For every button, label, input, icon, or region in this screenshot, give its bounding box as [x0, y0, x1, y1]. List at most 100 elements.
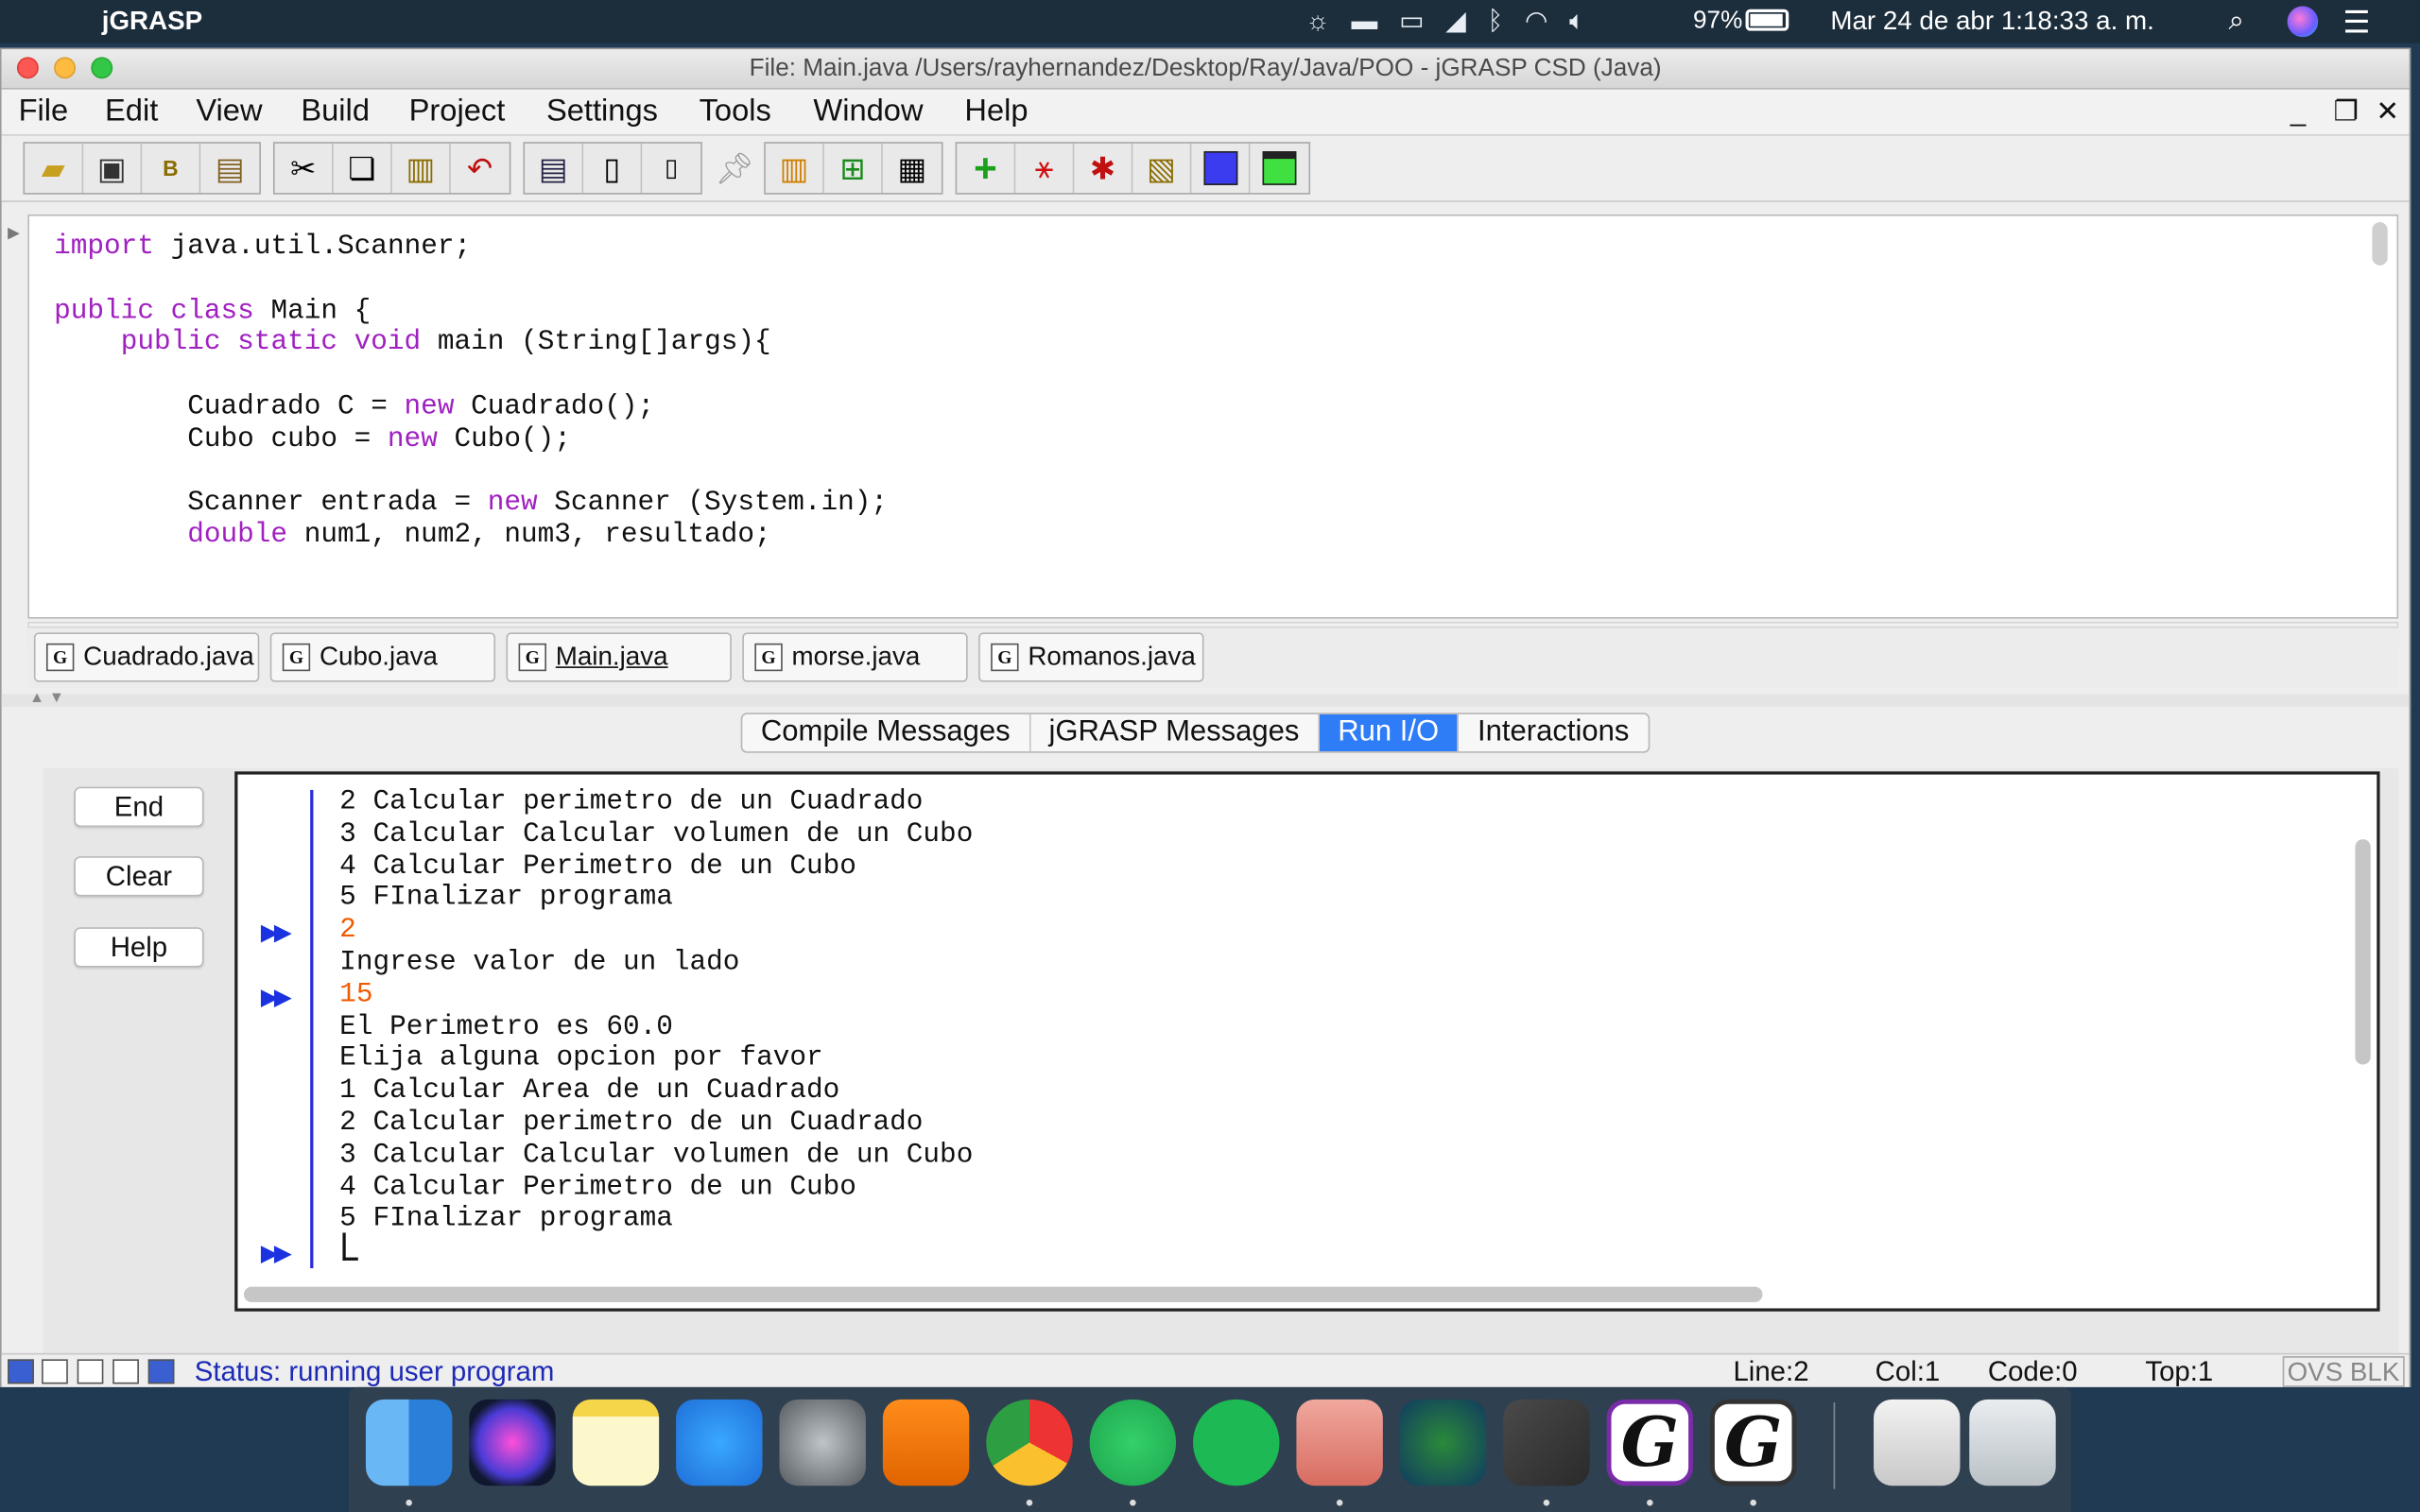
open-icon[interactable]: ▰	[25, 143, 84, 194]
minimize-frame-icon[interactable]: _	[2279, 94, 2316, 129]
editor-vertical-scrollbar[interactable]	[2372, 222, 2388, 266]
end-button[interactable]: End	[74, 786, 204, 828]
run-icon[interactable]: ⚹	[1015, 143, 1075, 194]
console-horizontal-scrollbar[interactable]	[243, 1286, 1763, 1302]
menubar-clock[interactable]: Mar 24 de abr 1:18:33 a. m.	[1830, 7, 2154, 38]
desktop-icon[interactable]	[147, 1359, 175, 1384]
menu-edit[interactable]: Edit	[105, 94, 158, 130]
jgrasp-icon-2[interactable]: G	[1709, 1399, 1797, 1486]
editor-line[interactable]: import java.util.Scanner;	[54, 232, 888, 264]
restore-frame-icon[interactable]: ❐	[2327, 94, 2364, 129]
volume-icon[interactable]: 🔈︎	[1569, 7, 1585, 38]
menu-file[interactable]: File	[19, 94, 69, 130]
chrome-icon[interactable]	[986, 1399, 1073, 1486]
file-tab[interactable]: Gmorse.java	[742, 632, 968, 682]
battery-icon[interactable]	[1745, 9, 1789, 31]
editor-line[interactable]	[54, 264, 888, 296]
console-vertical-scrollbar[interactable]	[2355, 839, 2371, 1065]
help-button[interactable]: Help	[74, 927, 204, 968]
cut-icon[interactable]: ✂	[275, 143, 334, 194]
batch-icon[interactable]: B	[142, 143, 201, 194]
preview-icon[interactable]	[1296, 1399, 1383, 1486]
trash-icon[interactable]	[1969, 1399, 2056, 1486]
menu-project[interactable]: Project	[409, 94, 506, 130]
message-tab[interactable]: Compile Messages	[742, 713, 1030, 752]
editor-line[interactable]: double num1, num2, num3, resultado;	[54, 520, 888, 552]
debug-icon[interactable]: ✱	[1074, 143, 1133, 194]
globe-app-icon[interactable]	[1399, 1399, 1487, 1486]
settings-sun-icon[interactable]: ☼	[1305, 7, 1329, 38]
notes-icon[interactable]	[572, 1399, 660, 1486]
clear-button[interactable]: Clear	[74, 856, 204, 897]
whatsapp-icon[interactable]	[1089, 1399, 1177, 1486]
menu-build[interactable]: Build	[301, 94, 370, 130]
siri-menubar-icon[interactable]	[2287, 6, 2319, 38]
bluetooth-icon[interactable]: ᛒ	[1487, 7, 1503, 38]
editor-line[interactable]: public static void main (String[]args){	[54, 328, 888, 360]
file-tab[interactable]: G Romanos.java	[978, 632, 1204, 682]
vlc-icon[interactable]	[882, 1399, 970, 1486]
message-tab[interactable]: Run I/O	[1319, 713, 1460, 752]
divider-arrows-icon[interactable]: ▲ ▼	[29, 690, 64, 707]
app-store-icon[interactable]	[676, 1399, 763, 1486]
menu-help[interactable]: Help	[964, 94, 1028, 130]
file-tab[interactable]: G Main.java	[506, 632, 732, 682]
spotify-icon[interactable]	[1193, 1399, 1280, 1486]
save-icon[interactable]: ▣	[83, 143, 143, 194]
menubar-drive-icon[interactable]: ▬	[1352, 7, 1378, 38]
editor-line[interactable]: Cuadrado C = new Cuadrado();	[54, 392, 888, 424]
sublime-text-icon[interactable]	[1503, 1399, 1590, 1486]
menubar-app-name[interactable]: jGRASP	[102, 7, 202, 38]
message-tab[interactable]: Interactions	[1459, 714, 1648, 751]
uml-icon[interactable]: ⊞	[824, 143, 883, 194]
close-frame-icon[interactable]: ✕	[2369, 94, 2406, 129]
split-vertical-icon[interactable]	[77, 1359, 104, 1384]
window-title-bar[interactable]: File: Main.java /Users/rayhernandez/Desk…	[1, 49, 2410, 90]
spotlight-search-icon[interactable]: ⌕	[2229, 5, 2244, 37]
browse-pane-icon[interactable]	[8, 1359, 34, 1384]
message-pane-icon[interactable]	[112, 1359, 139, 1384]
copy-icon[interactable]: ❏	[334, 143, 392, 194]
menu-settings[interactable]: Settings	[546, 94, 658, 130]
run-io-console[interactable]: ▶▶ ▶▶ ▶▶ 2 Calcular perimetro de un Cuadra…	[234, 771, 2380, 1312]
interactions-icon[interactable]: ▧	[1132, 143, 1192, 194]
wifi-icon[interactable]: ◠	[1525, 7, 1547, 38]
menu-tools[interactable]: Tools	[700, 94, 771, 130]
broadcast-icon[interactable]: ◢	[1445, 7, 1465, 38]
editor-line[interactable]: Scanner entrada = new Scanner (System.in…	[54, 489, 888, 521]
notification-center-icon[interactable]: ☰	[2342, 3, 2370, 42]
downloads-icon[interactable]	[1874, 1399, 1961, 1486]
remove-csd-icon[interactable]: ▯	[583, 143, 643, 194]
paste-icon[interactable]: ▥	[392, 143, 451, 194]
jgrasp-icon[interactable]: G	[1606, 1399, 1694, 1486]
green-window-icon[interactable]	[1250, 144, 1308, 193]
menu-window[interactable]: Window	[813, 94, 923, 130]
undo-icon[interactable]: ↶	[451, 144, 510, 193]
message-tab[interactable]: jGRASP Messages	[1030, 713, 1320, 752]
chart-icon[interactable]: ▥	[766, 143, 824, 194]
book-icon[interactable]: ▦	[883, 144, 942, 193]
code-editor[interactable]: import java.util.Scanner; public class M…	[27, 214, 2399, 619]
split-divider[interactable]: ▲ ▼	[1, 690, 2410, 707]
compile-icon[interactable]: +	[957, 143, 1016, 194]
airplay-icon[interactable]: ▭	[1399, 7, 1424, 38]
gutter-expand-icon[interactable]: ▶	[8, 225, 20, 242]
editor-line[interactable]: Cubo cubo = new Cubo();	[54, 424, 888, 456]
system-preferences-icon[interactable]	[779, 1399, 866, 1486]
finder-icon[interactable]	[365, 1399, 453, 1486]
editor-line[interactable]	[54, 360, 888, 392]
blue-square-icon[interactable]	[1191, 143, 1251, 194]
split-horizontal-icon[interactable]	[42, 1359, 68, 1384]
print-icon[interactable]: ▤	[200, 144, 259, 193]
console-output[interactable]: 2 Calcular perimetro de un Cuadrado 3 Cal…	[339, 787, 973, 1236]
file-tab[interactable]: G Cubo.java	[269, 632, 496, 682]
siri-icon[interactable]	[469, 1399, 556, 1486]
pin-icon[interactable]: 📌︎	[705, 144, 764, 193]
editor-code[interactable]: import java.util.Scanner; public class M…	[54, 232, 888, 553]
editor-line[interactable]	[54, 456, 888, 489]
file-tab[interactable]: G Cuadrado.java	[33, 632, 260, 682]
menu-view[interactable]: View	[196, 94, 262, 130]
line-numbers-icon[interactable]: ▯	[642, 144, 700, 193]
editor-line[interactable]: public class Main {	[54, 296, 888, 328]
generate-csd-icon[interactable]: ▤	[525, 143, 584, 194]
